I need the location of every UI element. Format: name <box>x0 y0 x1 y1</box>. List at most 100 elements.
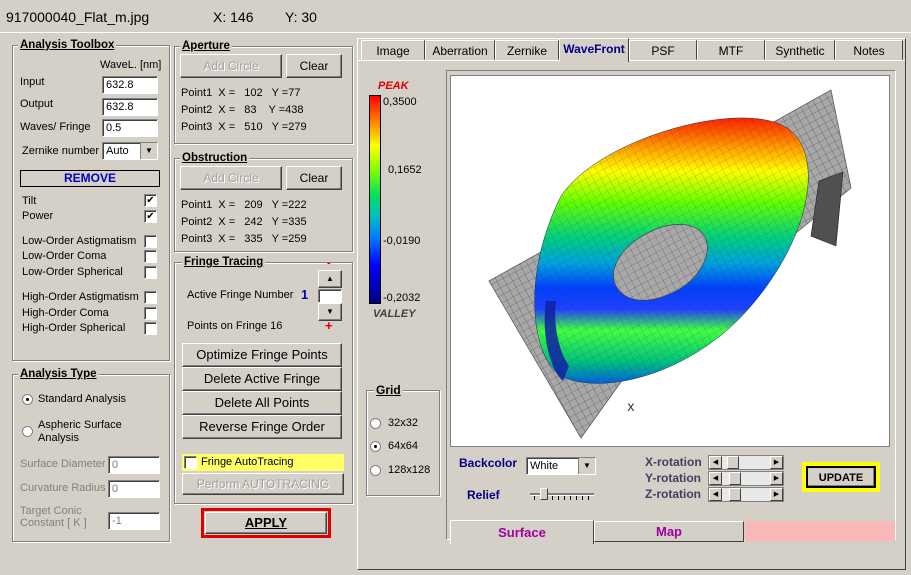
arrow-right-icon[interactable]: ▶ <box>770 472 783 485</box>
valley-label: VALLEY <box>373 308 416 320</box>
input-label: Input <box>20 76 45 88</box>
high-spherical-checkbox[interactable] <box>144 322 157 335</box>
power-label: Power <box>22 210 54 222</box>
relief-slider-thumb[interactable] <box>540 488 548 500</box>
tab-zernike[interactable]: Zernike <box>495 40 559 60</box>
center-marker: x <box>627 400 635 415</box>
cursor-y-readout: Y: 30 <box>285 9 317 25</box>
output-label: Output <box>20 98 54 110</box>
delete-all-points-button[interactable]: Delete All Points <box>182 391 342 415</box>
high-astigmatism-label: High-Order Astigmatism <box>22 291 139 303</box>
power-checkbox[interactable]: ✔ <box>144 210 157 223</box>
target-conic-field[interactable]: -1 <box>108 512 160 530</box>
arrow-right-icon[interactable]: ▶ <box>770 456 783 469</box>
aperture-clear-button[interactable]: Clear <box>286 54 342 78</box>
low-coma-label: Low-Order Coma <box>22 250 107 262</box>
curvature-radius-field[interactable]: 0 <box>108 480 160 498</box>
aspheric-analysis-label-2: Analysis <box>38 432 79 444</box>
grid-128-radio[interactable] <box>370 465 381 476</box>
relief-slider[interactable] <box>530 488 594 500</box>
aspheric-analysis-radio[interactable] <box>22 426 33 437</box>
fringe-spin-field[interactable] <box>318 289 342 303</box>
reverse-fringe-order-button[interactable]: Reverse Fringe Order <box>182 415 342 439</box>
arrow-up-icon: ▲ <box>326 274 334 283</box>
optimize-fringe-points-button[interactable]: Optimize Fringe Points <box>182 343 342 367</box>
obstruction-point1: Point1 X = 209 Y =222 <box>181 199 307 211</box>
high-coma-checkbox[interactable] <box>144 307 157 320</box>
active-fringe-value: 1 <box>301 287 309 302</box>
target-conic-label-1: Target Conic <box>20 505 82 517</box>
backcolor-select[interactable]: White ▼ <box>526 457 596 475</box>
standard-analysis-radio[interactable] <box>22 394 33 405</box>
chevron-down-icon[interactable]: ▼ <box>140 143 157 159</box>
file-name: 917000040_Flat_m.jpg <box>6 9 150 25</box>
z-rotation-scrollbar[interactable]: ◀ ▶ <box>708 487 784 502</box>
fringe-plus-indicator: + <box>325 318 333 333</box>
apply-button[interactable]: APPLY <box>205 512 327 534</box>
obstruction-clear-button[interactable]: Clear <box>286 166 342 190</box>
delete-active-fringe-button[interactable]: Delete Active Fringe <box>182 367 342 391</box>
fringe-autotracing-row[interactable]: Fringe AutoTracing <box>182 454 344 471</box>
low-astigmatism-checkbox[interactable] <box>144 235 157 248</box>
fringe-autotracing-checkbox[interactable] <box>184 456 197 469</box>
low-coma-checkbox[interactable] <box>144 250 157 263</box>
tab-image[interactable]: Image <box>361 40 425 60</box>
surface-diameter-field[interactable]: 0 <box>108 456 160 474</box>
aspheric-analysis-label-1: Aspheric Surface <box>38 419 122 431</box>
tab-notes[interactable]: Notes <box>835 40 903 60</box>
arrow-left-icon[interactable]: ◀ <box>709 488 722 501</box>
x-rotation-thumb[interactable] <box>727 456 739 469</box>
grid-64-radio[interactable] <box>370 441 381 452</box>
high-astigmatism-checkbox[interactable] <box>144 291 157 304</box>
low-spherical-checkbox[interactable] <box>144 266 157 279</box>
title-bar: 917000040_Flat_m.jpg X: 146 Y: 30 <box>0 0 911 33</box>
scale-value-3: -0,0190 <box>383 235 421 247</box>
grid-32-radio[interactable] <box>370 418 381 429</box>
tilt-checkbox[interactable]: ✔ <box>144 194 157 207</box>
perform-autotracing-button[interactable]: Perform AUTOTRACING <box>182 473 344 495</box>
fringe-minus-indicator: - <box>327 257 331 269</box>
arrow-left-icon[interactable]: ◀ <box>709 456 722 469</box>
grid-128-label: 128x128 <box>388 464 431 476</box>
tab-aberration[interactable]: Aberration <box>425 40 495 60</box>
tab-surface[interactable]: Surface <box>450 520 594 544</box>
grid-title: Grid <box>374 383 403 397</box>
chevron-down-icon[interactable]: ▼ <box>578 458 595 474</box>
output-wavelength-field[interactable]: 632.8 <box>102 98 158 116</box>
input-wavelength-field[interactable]: 632.8 <box>102 76 158 94</box>
zernike-number-label: Zernike number <box>22 145 100 157</box>
x-rotation-scrollbar[interactable]: ◀ ▶ <box>708 455 784 470</box>
arrow-right-icon[interactable]: ▶ <box>770 488 783 501</box>
low-astigmatism-label: Low-Order Astigmatism <box>22 235 137 247</box>
high-coma-label: High-Order Coma <box>22 307 109 319</box>
wavefront-3d-view[interactable]: x <box>450 75 890 447</box>
grid-32-label: 32x32 <box>388 417 418 429</box>
tab-wavefront[interactable]: WaveFront <box>559 38 629 62</box>
tilt-label: Tilt <box>22 195 37 207</box>
y-rotation-label: Y-rotation <box>645 471 701 485</box>
obstruction-point2: Point2 X = 242 Y =335 <box>181 216 307 228</box>
wavefront-surface-svg: x <box>488 89 852 439</box>
update-button[interactable]: UPDATE <box>806 466 876 488</box>
y-rotation-scrollbar[interactable]: ◀ ▶ <box>708 471 784 486</box>
tab-mtf[interactable]: MTF <box>697 40 765 60</box>
curvature-radius-label: Curvature Radius <box>20 482 106 494</box>
aperture-add-circle-button[interactable]: Add Circle <box>180 54 282 78</box>
tab-synthetic[interactable]: Synthetic <box>765 40 835 60</box>
cursor-x-readout: X: 146 <box>213 9 254 25</box>
analysis-toolbox-title: Analysis Toolbox <box>18 39 117 51</box>
obstruction-add-circle-button[interactable]: Add Circle <box>180 166 282 190</box>
fringe-up-button[interactable]: ▲ <box>318 270 342 288</box>
tab-map[interactable]: Map <box>594 521 744 542</box>
z-rotation-thumb[interactable] <box>729 488 741 501</box>
arrow-left-icon[interactable]: ◀ <box>709 472 722 485</box>
waves-per-fringe-field[interactable]: 0.5 <box>102 119 158 137</box>
zernike-number-select[interactable]: Auto ▼ <box>102 142 158 160</box>
points-on-fringe-label: Points on Fringe 16 <box>187 320 283 332</box>
waves-per-fringe-label: Waves/ Fringe <box>20 121 91 133</box>
aperture-point1: Point1 X = 102 Y =77 <box>181 87 301 99</box>
y-rotation-thumb[interactable] <box>729 472 741 485</box>
high-spherical-label: High-Order Spherical <box>22 322 126 334</box>
tab-psf[interactable]: PSF <box>629 40 697 60</box>
backcolor-selected-value: White <box>530 460 559 472</box>
